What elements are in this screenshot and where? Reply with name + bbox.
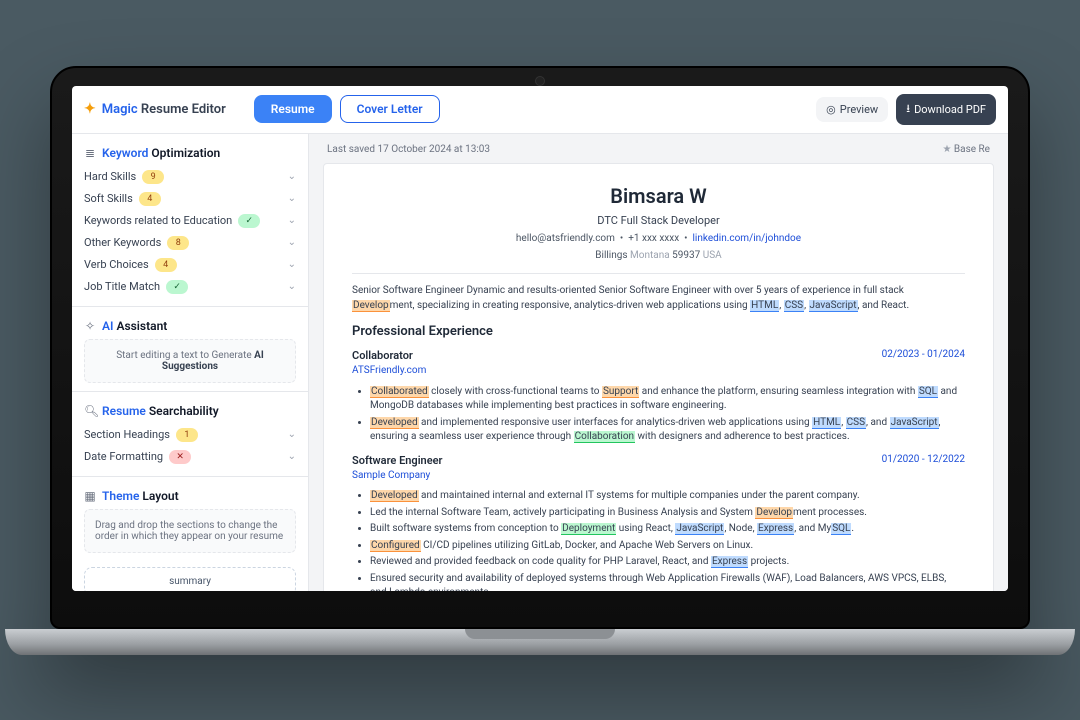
camera-dot: [535, 76, 545, 86]
chevron-down-icon: ⌄: [288, 281, 296, 292]
resume-role: DTC Full Stack Developer: [352, 213, 965, 229]
keyword-label: Hard Skills: [84, 170, 136, 183]
searchability-row-1[interactable]: Date Formatting ✕ ⌄: [84, 446, 296, 468]
tab-resume[interactable]: Resume: [254, 95, 332, 123]
eye-icon: ◎: [826, 103, 836, 116]
chevron-down-icon: ⌄: [288, 215, 296, 226]
keyword-label: Other Keywords: [84, 236, 161, 249]
keyword-row-4[interactable]: Verb Choices 4 ⌄: [84, 254, 296, 276]
sidebar: ≣ Keyword Optimization Hard Skills9⌄Soft…: [72, 134, 309, 591]
keyword-label: Soft Skills: [84, 192, 133, 205]
download-pdf-button[interactable]: ⭳ Download PDF: [896, 94, 996, 125]
preview-button[interactable]: ◎ Preview: [816, 97, 888, 122]
location-line: Billings Montana 59937 USA: [352, 249, 965, 264]
chevron-down-icon: ⌄: [288, 429, 296, 440]
job-2-company[interactable]: Sample Company: [352, 469, 430, 484]
laptop-base: [5, 629, 1075, 655]
resume-paper[interactable]: Bimsara W DTC Full Stack Developer hello…: [323, 163, 994, 591]
keyword-label: Job Title Match: [84, 280, 160, 293]
tab-cover-letter[interactable]: Cover Letter: [340, 95, 440, 123]
panel-ai-assistant: ✧ AI Assistant Start editing a text to G…: [72, 307, 308, 392]
searchability-label: Date Formatting: [84, 450, 163, 463]
search-icon: 🔍︎: [84, 404, 96, 418]
laptop-notch: [465, 629, 615, 639]
laptop-mockup: ✦ Magic Resume Editor Resume Cover Lette…: [50, 66, 1030, 655]
contact-line: hello@atsfriendly.com • +1 xxx xxxx • li…: [352, 232, 965, 247]
app-window: ✦ Magic Resume Editor Resume Cover Lette…: [72, 86, 1008, 591]
doc-meta: Last saved 17 October 2024 at 13:03 ★ Ba…: [327, 144, 990, 155]
sparkles-icon: ✧: [84, 319, 96, 333]
app-toolbar: ✦ Magic Resume Editor Resume Cover Lette…: [72, 86, 1008, 134]
job-2-bullets: Developed and maintained internal and ex…: [352, 489, 965, 590]
chevron-down-icon: ⌄: [288, 237, 296, 248]
keyword-badge: ✓: [166, 280, 188, 294]
drag-section-list: summary experience: [72, 567, 308, 591]
app-body: ≣ Keyword Optimization Hard Skills9⌄Soft…: [72, 134, 1008, 591]
keyword-row-3[interactable]: Other Keywords 8 ⌄: [84, 232, 296, 254]
divider: [352, 273, 965, 274]
doc-tabs: Resume Cover Letter: [254, 95, 440, 123]
sparkle-icon: ✦: [84, 101, 96, 117]
resume-name: Bimsara W: [352, 182, 965, 211]
sliders-icon: ≣: [84, 146, 96, 160]
keyword-badge: 4: [155, 258, 177, 272]
base-tag: ★ Base Re: [942, 144, 990, 155]
chevron-down-icon: ⌄: [288, 451, 296, 462]
last-saved: Last saved 17 October 2024 at 13:03: [327, 144, 490, 155]
searchability-badge: 1: [176, 428, 198, 442]
keyword-label: Keywords related to Education: [84, 214, 232, 227]
searchability-row-0[interactable]: Section Headings 1 ⌄: [84, 424, 296, 446]
searchability-badge: ✕: [169, 450, 191, 464]
star-icon: ★: [942, 144, 951, 155]
chevron-down-icon: ⌄: [288, 171, 296, 182]
keyword-badge: ✓: [238, 214, 260, 228]
brand-text: Resume Editor: [141, 102, 226, 117]
ai-placeholder: Start editing a text to Generate AI Sugg…: [84, 339, 296, 383]
linkedin-link[interactable]: linkedin.com/in/johndoe: [692, 233, 801, 244]
keyword-badge: 8: [167, 236, 189, 250]
keyword-row-1[interactable]: Soft Skills 4 ⌄: [84, 188, 296, 210]
chevron-down-icon: ⌄: [288, 259, 296, 270]
keyword-badge: 4: [139, 192, 161, 206]
job-2-head: Software Engineer 01/2020 - 12/2022: [352, 453, 965, 469]
keyword-row-0[interactable]: Hard Skills 9 ⌄: [84, 166, 296, 188]
app-brand: ✦ Magic Resume Editor: [84, 101, 226, 117]
editor-area: Last saved 17 October 2024 at 13:03 ★ Ba…: [309, 134, 1008, 591]
download-icon: ⭳: [906, 100, 910, 119]
job-1-company[interactable]: ATSFriendly.com: [352, 364, 426, 379]
summary-text: Senior Software Engineer Dynamic and res…: [352, 284, 965, 313]
keyword-row-5[interactable]: Job Title Match ✓ ⌄: [84, 276, 296, 298]
job-1-bullets: Collaborated closely with cross-function…: [352, 385, 965, 445]
theme-hint: Drag and drop the sections to change the…: [84, 509, 296, 553]
keyword-row-2[interactable]: Keywords related to Education ✓ ⌄: [84, 210, 296, 232]
keyword-badge: 9: [142, 170, 164, 184]
searchability-label: Section Headings: [84, 428, 170, 441]
screen-bezel: ✦ Magic Resume Editor Resume Cover Lette…: [50, 66, 1030, 629]
job-1-head: Collaborator 02/2023 - 01/2024: [352, 348, 965, 364]
section-experience-heading: Professional Experience: [352, 323, 965, 342]
layout-icon: ▦: [84, 489, 96, 503]
brand-accent: Magic: [102, 102, 138, 117]
panel-theme-layout: ▦ Theme Layout Drag and drop the section…: [72, 477, 308, 561]
chevron-down-icon: ⌄: [288, 193, 296, 204]
panel-resume-searchability: 🔍︎ Resume Searchability Section Headings…: [72, 392, 308, 477]
keyword-label: Verb Choices: [84, 258, 149, 271]
panel-keyword-optimization: ≣ Keyword Optimization Hard Skills9⌄Soft…: [72, 134, 308, 307]
drag-slot-summary[interactable]: summary: [84, 567, 296, 591]
